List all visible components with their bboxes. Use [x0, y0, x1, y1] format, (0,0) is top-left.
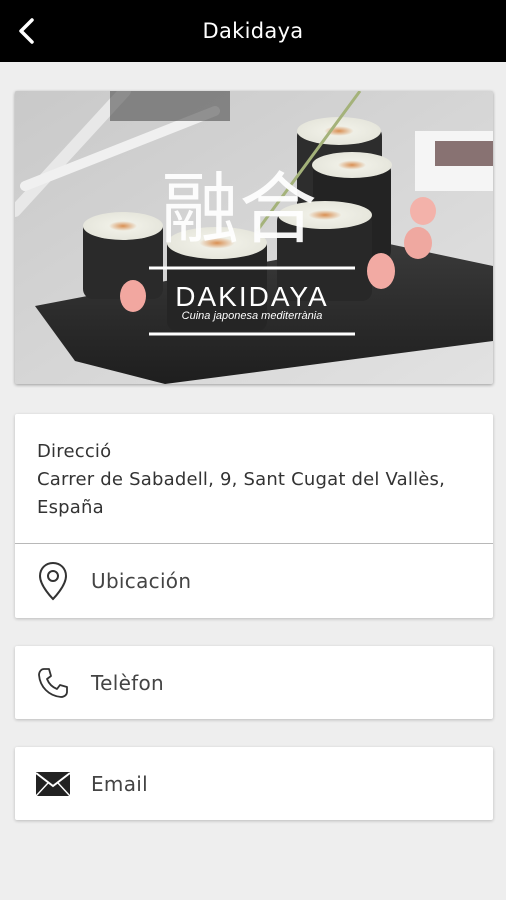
map-pin-icon [15, 544, 91, 617]
location-label: Ubicación [91, 568, 192, 593]
email-label: Email [91, 771, 148, 796]
email-row[interactable]: Email [15, 747, 493, 820]
app-bar-title: Dakidaya [202, 19, 304, 43]
email-card[interactable]: Email [15, 747, 493, 820]
chevron-left-icon [19, 18, 34, 44]
envelope-icon [15, 747, 91, 820]
address-line-2: España [37, 497, 104, 518]
location-row[interactable]: Ubicación [15, 544, 493, 617]
address-block: Direcció Carrer de Sabadell, 9, Sant Cug… [15, 414, 493, 544]
address-card: Direcció Carrer de Sabadell, 9, Sant Cug… [15, 414, 493, 618]
hero-kanji: 融合 [161, 165, 317, 255]
phone-row[interactable]: Telèfon [15, 646, 493, 719]
hero-image: 融合 DAKIDAYA Cuina japonesa mediterrània [15, 91, 493, 384]
phone-icon [15, 646, 91, 719]
phone-card[interactable]: Telèfon [15, 646, 493, 719]
app-bar: Dakidaya [0, 0, 506, 62]
back-button[interactable] [4, 9, 48, 53]
address-line-1: Carrer de Sabadell, 9, Sant Cugat del Va… [37, 469, 446, 490]
hero-tagline: Cuina japonesa mediterrània [182, 310, 323, 322]
phone-label: Telèfon [91, 670, 165, 695]
address-label: Direcció [37, 441, 112, 462]
hero-brand: DAKIDAYA [175, 281, 328, 312]
